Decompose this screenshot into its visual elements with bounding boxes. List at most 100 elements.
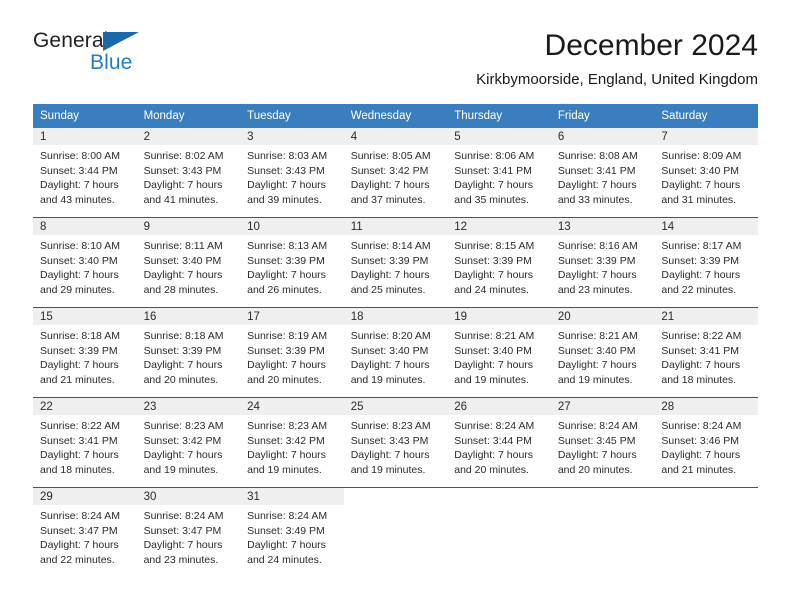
day-cell[interactable]: 4 Sunrise: 8:05 AM Sunset: 3:42 PM Dayli… — [343, 128, 448, 218]
day-details: Sunrise: 8:24 AM Sunset: 3:44 PM Dayligh… — [447, 415, 551, 477]
sunset-text: Sunset: 3:40 PM — [557, 344, 636, 357]
daylight-text-line1: Daylight: 7 hours — [557, 179, 637, 192]
day-cell[interactable]: 7 Sunrise: 8:09 AM Sunset: 3:40 PM Dayli… — [654, 128, 758, 218]
daylight-text-line2: and 20 minutes. — [247, 373, 322, 386]
day-cell[interactable]: 31 Sunrise: 8:24 AM Sunset: 3:49 PM Dayl… — [240, 487, 344, 577]
sunset-text: Sunset: 3:49 PM — [247, 524, 325, 537]
sunrise-text: Sunrise: 8:17 AM — [661, 240, 742, 252]
day-cell[interactable]: 2 Sunrise: 8:02 AM Sunset: 3:43 PM Dayli… — [136, 128, 241, 218]
day-cell[interactable]: 9 Sunrise: 8:11 AM Sunset: 3:40 PM Dayli… — [136, 217, 241, 308]
sunset-text: Sunset: 3:41 PM — [454, 164, 532, 177]
day-cell[interactable]: 28 Sunrise: 8:24 AM Sunset: 3:46 PM Dayl… — [654, 397, 758, 488]
page-header: General Blue December 2024 Kirkbymoorsid… — [33, 28, 758, 96]
sunrise-text: Sunrise: 8:24 AM — [143, 510, 224, 522]
daylight-text-line1: Daylight: 7 hours — [40, 179, 119, 192]
day-details: Sunrise: 8:14 AM Sunset: 3:39 PM Dayligh… — [344, 235, 448, 297]
day-details: Sunrise: 8:24 AM Sunset: 3:47 PM Dayligh… — [137, 505, 241, 567]
brand-logo[interactable]: General Blue — [33, 28, 213, 86]
daylight-text-line2: and 24 minutes. — [247, 553, 322, 566]
weekday-header-friday: Friday — [550, 104, 655, 128]
day-number: 1 — [33, 128, 137, 145]
day-details: Sunrise: 8:24 AM Sunset: 3:47 PM Dayligh… — [33, 505, 137, 567]
day-number: 21 — [654, 308, 758, 325]
sunset-text: Sunset: 3:39 PM — [661, 254, 740, 267]
daylight-text-line2: and 39 minutes. — [247, 193, 322, 206]
day-cell[interactable]: 6 Sunrise: 8:08 AM Sunset: 3:41 PM Dayli… — [550, 128, 655, 218]
brand-name-blue: Blue — [90, 51, 133, 74]
sunset-text: Sunset: 3:42 PM — [247, 434, 325, 447]
daylight-text-line1: Daylight: 7 hours — [557, 449, 637, 462]
sunset-text: Sunset: 3:39 PM — [143, 344, 222, 357]
day-cell[interactable]: 24 Sunrise: 8:23 AM Sunset: 3:42 PM Dayl… — [240, 397, 344, 488]
day-details: Sunrise: 8:21 AM Sunset: 3:40 PM Dayligh… — [551, 325, 655, 387]
day-cell[interactable]: 23 Sunrise: 8:23 AM Sunset: 3:42 PM Dayl… — [136, 397, 241, 488]
day-cell[interactable]: 26 Sunrise: 8:24 AM Sunset: 3:44 PM Dayl… — [447, 397, 551, 488]
daylight-text-line1: Daylight: 7 hours — [40, 449, 119, 462]
sunset-text: Sunset: 3:46 PM — [661, 434, 740, 447]
day-cell[interactable]: 29 Sunrise: 8:24 AM Sunset: 3:47 PM Dayl… — [33, 487, 137, 577]
day-cell[interactable]: 16 Sunrise: 8:18 AM Sunset: 3:39 PM Dayl… — [136, 307, 241, 398]
day-number: 6 — [550, 128, 655, 145]
day-number: 15 — [33, 308, 137, 325]
sunset-text: Sunset: 3:44 PM — [454, 434, 532, 447]
daylight-text-line2: and 20 minutes. — [454, 463, 529, 476]
day-cell[interactable]: 10 Sunrise: 8:13 AM Sunset: 3:39 PM Dayl… — [240, 217, 344, 308]
daylight-text-line2: and 31 minutes. — [661, 193, 737, 206]
sunrise-text: Sunrise: 8:14 AM — [350, 240, 431, 252]
day-details: Sunrise: 8:03 AM Sunset: 3:43 PM Dayligh… — [240, 145, 344, 207]
day-cell[interactable]: 21 Sunrise: 8:22 AM Sunset: 3:41 PM Dayl… — [654, 307, 758, 398]
day-number: 24 — [240, 398, 344, 415]
sunrise-text: Sunrise: 8:02 AM — [143, 150, 224, 162]
day-cell[interactable]: 3 Sunrise: 8:03 AM Sunset: 3:43 PM Dayli… — [240, 128, 344, 218]
day-cell[interactable]: 12 Sunrise: 8:15 AM Sunset: 3:39 PM Dayl… — [447, 217, 551, 308]
sunset-text: Sunset: 3:39 PM — [350, 254, 429, 267]
sunset-text: Sunset: 3:40 PM — [350, 344, 429, 357]
week-row: 29 Sunrise: 8:24 AM Sunset: 3:47 PM Dayl… — [33, 487, 758, 577]
daylight-text-line2: and 43 minutes. — [40, 193, 115, 206]
day-number: 10 — [240, 218, 344, 235]
day-cell[interactable]: 1 Sunrise: 8:00 AM Sunset: 3:44 PM Dayli… — [33, 128, 137, 218]
daylight-text-line2: and 19 minutes. — [350, 373, 426, 386]
daylight-text-line1: Daylight: 7 hours — [247, 179, 326, 192]
day-cell[interactable]: 13 Sunrise: 8:16 AM Sunset: 3:39 PM Dayl… — [550, 217, 655, 308]
day-cell[interactable]: 11 Sunrise: 8:14 AM Sunset: 3:39 PM Dayl… — [343, 217, 448, 308]
daylight-text-line2: and 19 minutes. — [247, 463, 322, 476]
weekday-header-saturday: Saturday — [654, 104, 758, 128]
day-cell[interactable]: 5 Sunrise: 8:06 AM Sunset: 3:41 PM Dayli… — [447, 128, 551, 218]
daylight-text-line2: and 41 minutes. — [143, 193, 219, 206]
day-number — [343, 488, 448, 505]
sunset-text: Sunset: 3:42 PM — [350, 164, 429, 177]
daylight-text-line2: and 18 minutes. — [40, 463, 115, 476]
day-number: 31 — [240, 488, 344, 505]
day-cell[interactable]: 17 Sunrise: 8:19 AM Sunset: 3:39 PM Dayl… — [240, 307, 344, 398]
day-details: Sunrise: 8:19 AM Sunset: 3:39 PM Dayligh… — [240, 325, 344, 387]
sunset-text: Sunset: 3:39 PM — [40, 344, 118, 357]
day-cell[interactable]: 19 Sunrise: 8:21 AM Sunset: 3:40 PM Dayl… — [447, 307, 551, 398]
sunset-text: Sunset: 3:41 PM — [40, 434, 118, 447]
day-number: 25 — [343, 398, 448, 415]
daylight-text-line2: and 33 minutes. — [557, 193, 633, 206]
day-cell[interactable]: 30 Sunrise: 8:24 AM Sunset: 3:47 PM Dayl… — [136, 487, 241, 577]
day-cell[interactable]: 20 Sunrise: 8:21 AM Sunset: 3:40 PM Dayl… — [550, 307, 655, 398]
day-details: Sunrise: 8:16 AM Sunset: 3:39 PM Dayligh… — [551, 235, 655, 297]
day-number: 23 — [136, 398, 241, 415]
sunset-text: Sunset: 3:43 PM — [143, 164, 222, 177]
sunrise-text: Sunrise: 8:00 AM — [40, 150, 120, 162]
calendar-body: 1 Sunrise: 8:00 AM Sunset: 3:44 PM Dayli… — [33, 128, 758, 577]
day-details: Sunrise: 8:02 AM Sunset: 3:43 PM Dayligh… — [137, 145, 241, 207]
day-number: 22 — [33, 398, 137, 415]
sunrise-text: Sunrise: 8:15 AM — [454, 240, 535, 252]
day-cell[interactable]: 27 Sunrise: 8:24 AM Sunset: 3:45 PM Dayl… — [550, 397, 655, 488]
day-number: 7 — [654, 128, 758, 145]
day-number: 27 — [550, 398, 655, 415]
day-cell[interactable]: 14 Sunrise: 8:17 AM Sunset: 3:39 PM Dayl… — [654, 217, 758, 308]
day-number: 2 — [136, 128, 241, 145]
triangle-flag-icon — [103, 32, 139, 51]
daylight-text-line2: and 24 minutes. — [454, 283, 529, 296]
day-cell[interactable]: 22 Sunrise: 8:22 AM Sunset: 3:41 PM Dayl… — [33, 397, 137, 488]
day-cell[interactable]: 8 Sunrise: 8:10 AM Sunset: 3:40 PM Dayli… — [33, 217, 137, 308]
week-row: 22 Sunrise: 8:22 AM Sunset: 3:41 PM Dayl… — [33, 397, 758, 488]
day-cell[interactable]: 15 Sunrise: 8:18 AM Sunset: 3:39 PM Dayl… — [33, 307, 137, 398]
day-cell[interactable]: 25 Sunrise: 8:23 AM Sunset: 3:43 PM Dayl… — [343, 397, 448, 488]
day-cell[interactable]: 18 Sunrise: 8:20 AM Sunset: 3:40 PM Dayl… — [343, 307, 448, 398]
